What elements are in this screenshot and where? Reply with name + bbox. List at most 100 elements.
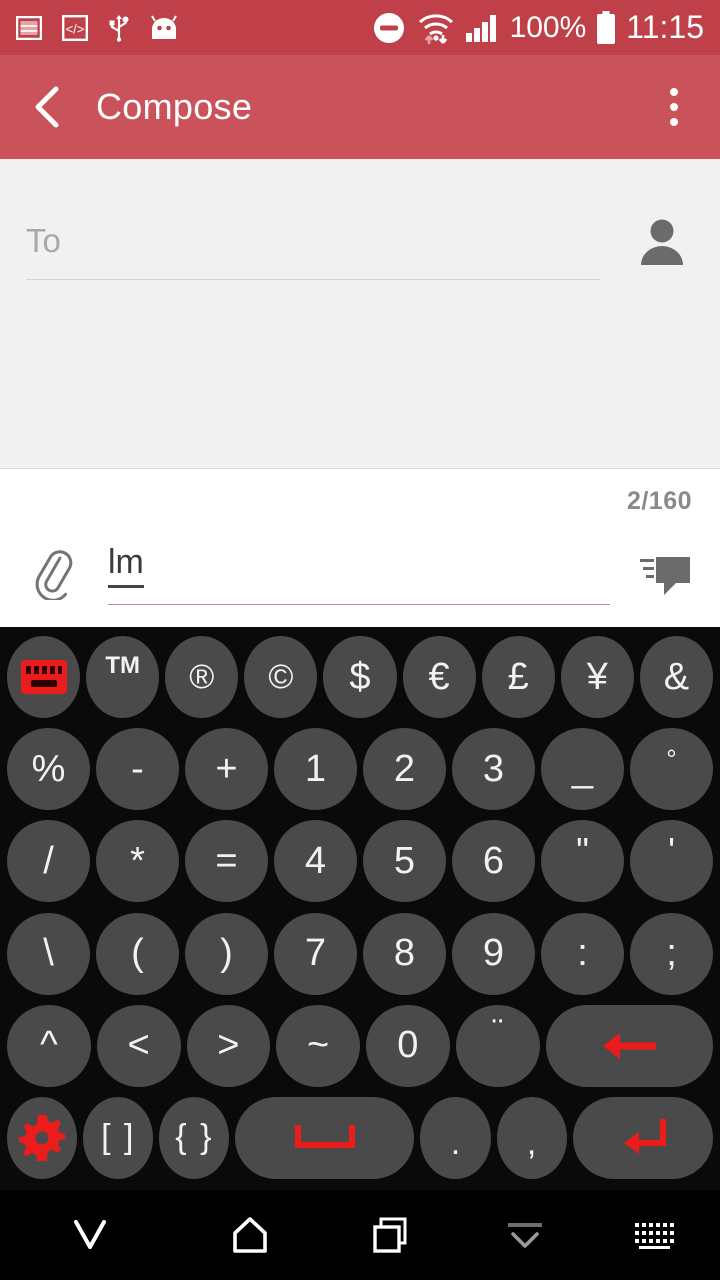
to-placeholder: To xyxy=(26,221,61,259)
key-label: ® xyxy=(189,657,215,696)
key-label: TM xyxy=(105,652,140,680)
key-period[interactable]: . xyxy=(420,1096,491,1179)
hide-keyboard-chevron-icon[interactable] xyxy=(460,1190,590,1280)
key-single-quote[interactable]: ' xyxy=(630,820,713,903)
key-semicolon[interactable]: ; xyxy=(630,912,713,995)
key-tilde[interactable]: ~ xyxy=(276,1004,360,1087)
key-9[interactable]: 9 xyxy=(452,912,535,995)
key-underscore[interactable]: _ xyxy=(541,728,624,811)
overflow-menu-icon[interactable] xyxy=(652,79,696,135)
key-7[interactable]: 7 xyxy=(274,912,357,995)
key-settings[interactable] xyxy=(7,1096,78,1179)
key-curly-brackets[interactable]: { } xyxy=(159,1096,230,1179)
key-enter[interactable] xyxy=(572,1096,713,1179)
key-double-quote[interactable]: " xyxy=(541,820,624,903)
key-ampersand[interactable]: & xyxy=(639,636,713,719)
key-label: 4 xyxy=(304,839,327,882)
key-label: " xyxy=(576,830,589,872)
key-caret[interactable]: ^ xyxy=(7,1004,91,1087)
battery-percent-label: 100% xyxy=(509,10,587,44)
key-label: 5 xyxy=(393,839,416,882)
backspace-arrow-icon xyxy=(598,1029,660,1063)
do-not-disturb-icon xyxy=(372,11,406,45)
key-slash[interactable]: / xyxy=(7,820,90,903)
key-6[interactable]: 6 xyxy=(452,820,535,903)
key-diaeresis[interactable]: ¨ xyxy=(455,1004,540,1087)
status-bar-clock: 11:15 xyxy=(626,9,704,45)
key-asterisk[interactable]: * xyxy=(96,820,179,903)
key-1[interactable]: 1 xyxy=(274,728,357,811)
key-colon[interactable]: : xyxy=(541,912,624,995)
status-bar-right-icons: 100% 11:15 xyxy=(372,9,704,46)
svg-text:</>: </> xyxy=(66,21,85,36)
key-label: 7 xyxy=(304,932,327,975)
code-icon: </> xyxy=(62,14,88,41)
key-pound[interactable]: £ xyxy=(481,636,555,719)
key-yen[interactable]: ¥ xyxy=(560,636,634,719)
key-comma[interactable]: , xyxy=(496,1096,567,1179)
key-copyright[interactable]: © xyxy=(244,636,318,719)
navigation-bar xyxy=(0,1190,720,1280)
key-2[interactable]: 2 xyxy=(363,728,446,811)
gear-icon xyxy=(19,1114,66,1161)
keyboard-switcher-icon[interactable] xyxy=(590,1190,720,1280)
key-8[interactable]: 8 xyxy=(363,912,446,995)
wifi-transfer-icon xyxy=(416,11,456,45)
key-label: 2 xyxy=(393,747,416,790)
key-paren-open[interactable]: ( xyxy=(96,912,179,995)
key-label: £ xyxy=(507,655,529,698)
battery-full-icon xyxy=(596,10,616,45)
key-paren-close[interactable]: ) xyxy=(185,912,268,995)
key-equals[interactable]: = xyxy=(185,820,268,903)
key-degree[interactable]: ° xyxy=(630,728,713,811)
back-button[interactable] xyxy=(24,84,70,130)
key-label: = xyxy=(215,839,238,882)
key-label: + xyxy=(215,747,238,790)
key-4[interactable]: 4 xyxy=(274,820,357,903)
key-registered[interactable]: ® xyxy=(165,636,239,719)
usb-icon xyxy=(108,14,130,42)
key-square-brackets[interactable]: [ ] xyxy=(83,1096,154,1179)
key-label: . xyxy=(450,1123,461,1162)
message-text: lm xyxy=(108,541,144,588)
send-message-icon[interactable] xyxy=(632,543,696,607)
paperclip-icon[interactable] xyxy=(24,543,82,605)
key-trademark[interactable]: TM xyxy=(86,636,160,719)
key-label: - xyxy=(131,747,144,790)
key-backspace[interactable] xyxy=(545,1004,713,1087)
contact-person-icon[interactable] xyxy=(630,209,694,273)
key-percent[interactable]: % xyxy=(7,728,90,811)
key-greater-than[interactable]: > xyxy=(186,1004,271,1087)
key-label: ( xyxy=(131,932,144,975)
recents-icon[interactable] xyxy=(320,1190,460,1280)
key-3[interactable]: 3 xyxy=(452,728,535,811)
key-minus[interactable]: - xyxy=(96,728,179,811)
key-label: 0 xyxy=(397,1024,419,1067)
key-0[interactable]: 0 xyxy=(366,1004,450,1087)
key-dollar[interactable]: $ xyxy=(323,636,397,719)
enter-arrow-icon xyxy=(615,1117,671,1159)
key-plus[interactable]: + xyxy=(185,728,268,811)
back-down-chevron-icon[interactable] xyxy=(0,1190,180,1280)
keyboard-row-2: % - +1 2 3 _ ° xyxy=(2,723,718,815)
key-label: 3 xyxy=(482,747,505,790)
android-head-icon xyxy=(150,14,178,41)
message-input[interactable]: lm xyxy=(108,541,610,605)
key-label: 9 xyxy=(482,932,505,975)
key-less-than[interactable]: < xyxy=(96,1004,181,1087)
key-switch-keyboard[interactable] xyxy=(7,636,81,719)
app-bar: Compose xyxy=(0,55,720,159)
key-label: ¥ xyxy=(586,655,608,698)
key-label: * xyxy=(130,839,145,882)
home-icon[interactable] xyxy=(180,1190,320,1280)
keyboard-row-6: [ ] { }., xyxy=(2,1092,718,1184)
key-space[interactable] xyxy=(235,1096,415,1179)
key-backslash[interactable]: \ xyxy=(7,912,90,995)
key-label: : xyxy=(577,932,588,975)
status-bar: </> 100% 11:15 xyxy=(0,0,720,55)
on-screen-keyboard[interactable]: TM ® © $ € £ ¥ &% - +1 2 3 _ ° / * = 4 5 6 " ' \ () 7 8 9:; ^ < > ~0 ¨ [… xyxy=(0,627,720,1190)
to-input[interactable]: To xyxy=(26,202,600,280)
key-euro[interactable]: € xyxy=(402,636,476,719)
key-5[interactable]: 5 xyxy=(363,820,446,903)
key-label: _ xyxy=(571,747,594,790)
